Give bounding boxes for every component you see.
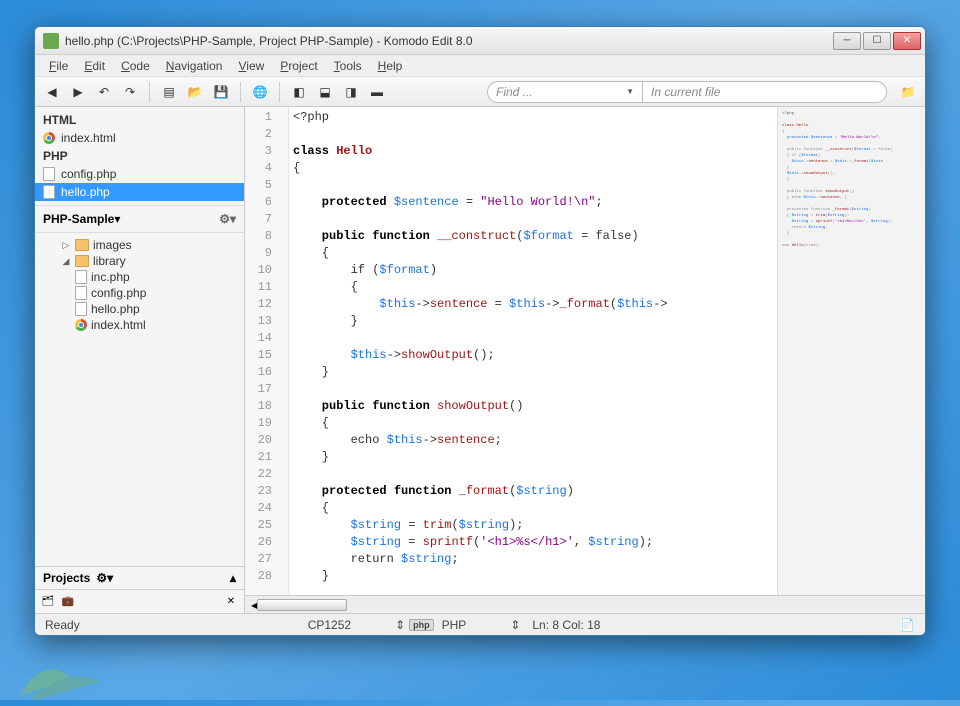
editor[interactable]: 1234567891011121314151617181920212223242… <box>245 107 925 595</box>
desktop-decoration <box>10 646 130 706</box>
folder-icon <box>75 239 89 251</box>
status-ready: Ready <box>45 618 120 632</box>
panel-bottom-button[interactable]: ⬓ <box>314 81 336 103</box>
disclosure-icon[interactable]: ▷ <box>61 240 71 251</box>
app-icon <box>43 33 59 49</box>
open-button[interactable]: 📂 <box>184 81 206 103</box>
menubar: File Edit Code Navigation View Project T… <box>35 55 925 77</box>
minimize-button[interactable]: ─ <box>833 32 861 50</box>
statusbar: Ready CP1252 ⇕ php PHP ⇕ Ln: 8 Col: 18 📄 <box>35 613 925 635</box>
open-file-hello[interactable]: hello.php <box>35 183 244 201</box>
files-tab-icon[interactable]: 🗂 <box>41 595 55 609</box>
menu-help[interactable]: Help <box>370 57 411 75</box>
file-icon <box>75 302 87 316</box>
scope-placeholder: In current file <box>651 85 720 99</box>
panel-toggle-button[interactable]: ▬ <box>366 81 388 103</box>
updown-icon[interactable]: ⇕ <box>510 618 520 632</box>
menu-view[interactable]: View <box>230 57 272 75</box>
lang-badge: php <box>409 619 434 631</box>
menu-file[interactable]: File <box>41 57 76 75</box>
maximize-button[interactable]: ☐ <box>863 32 891 50</box>
toolbar-separator <box>149 82 150 102</box>
chrome-icon <box>75 319 87 331</box>
open-folder-button[interactable]: 📁 <box>897 81 919 103</box>
tree-file-index[interactable]: index.html <box>39 317 240 333</box>
find-scope-input[interactable]: In current file <box>642 81 887 103</box>
chrome-icon <box>43 132 55 144</box>
gear-icon[interactable]: ⚙▾ <box>96 571 113 585</box>
sidebar-tabs: 🗂 💼 ✕ <box>35 589 244 613</box>
updown-icon[interactable]: ⇕ <box>395 618 405 632</box>
menu-code[interactable]: Code <box>113 57 158 75</box>
sync-icon[interactable]: 📄 <box>900 618 915 632</box>
back-button[interactable]: ◀ <box>41 81 63 103</box>
toolbar: ◀ ▶ ↶ ↷ ▤ 📂 💾 🌐 ◧ ⬓ ◨ ▬ Find ... ▼ In cu… <box>35 77 925 107</box>
open-files-panel: HTML index.html PHP config.php hello.php <box>35 107 244 206</box>
toolbox-tab-icon[interactable]: 💼 <box>61 595 75 609</box>
code-area[interactable]: <?php class Hello { protected $sentence … <box>289 107 777 595</box>
redo-button[interactable]: ↷ <box>119 81 141 103</box>
menu-edit[interactable]: Edit <box>76 57 113 75</box>
new-file-button[interactable]: ▤ <box>158 81 180 103</box>
gear-icon[interactable]: ⚙▾ <box>219 212 236 226</box>
chevron-down-icon[interactable]: ▼ <box>626 87 634 96</box>
tree-file-hello[interactable]: hello.php <box>39 301 240 317</box>
window-title: hello.php (C:\Projects\PHP-Sample, Proje… <box>65 34 833 48</box>
menu-project[interactable]: Project <box>272 57 325 75</box>
projects-footer[interactable]: Projects ⚙▾ ▴ <box>35 566 244 589</box>
disclosure-icon[interactable]: ◢ <box>61 256 71 267</box>
line-gutter: 1234567891011121314151617181920212223242… <box>245 107 289 595</box>
globe-button[interactable]: 🌐 <box>249 81 271 103</box>
content-area: HTML index.html PHP config.php hello.php… <box>35 107 925 613</box>
status-lang[interactable]: PHP <box>438 618 507 632</box>
forward-button[interactable]: ▶ <box>67 81 89 103</box>
file-icon <box>43 167 55 181</box>
minimap[interactable]: <?php class Hello { protected $sentence … <box>777 107 925 595</box>
tree-folder-images[interactable]: ▷ images <box>39 237 240 253</box>
group-html: HTML <box>35 111 244 129</box>
find-input[interactable]: Find ... ▼ <box>487 81 642 103</box>
app-window: hello.php (C:\Projects\PHP-Sample, Proje… <box>34 26 926 636</box>
find-placeholder: Find ... <box>496 85 533 99</box>
open-file-index[interactable]: index.html <box>35 129 244 147</box>
project-tree: ▷ images ◢ library inc.php config.php <box>35 233 244 566</box>
close-panel-icon[interactable]: ✕ <box>224 595 238 609</box>
file-icon <box>75 270 87 284</box>
project-header[interactable]: PHP-Sample▾ ⚙▾ <box>35 206 244 233</box>
horizontal-scrollbar[interactable]: ◂ <box>245 595 925 613</box>
file-icon <box>43 185 55 199</box>
status-encoding[interactable]: CP1252 <box>308 618 391 632</box>
open-file-config[interactable]: config.php <box>35 165 244 183</box>
tree-folder-library[interactable]: ◢ library <box>39 253 240 269</box>
toolbar-separator <box>240 82 241 102</box>
file-icon <box>75 286 87 300</box>
folder-icon <box>75 255 89 267</box>
sidebar: HTML index.html PHP config.php hello.php… <box>35 107 245 613</box>
collapse-icon[interactable]: ▴ <box>230 571 236 585</box>
close-button[interactable]: ✕ <box>893 32 921 50</box>
save-button[interactable]: 💾 <box>210 81 232 103</box>
panel-left-button[interactable]: ◧ <box>288 81 310 103</box>
undo-button[interactable]: ↶ <box>93 81 115 103</box>
tree-file-inc[interactable]: inc.php <box>39 269 240 285</box>
titlebar[interactable]: hello.php (C:\Projects\PHP-Sample, Proje… <box>35 27 925 55</box>
tree-file-config[interactable]: config.php <box>39 285 240 301</box>
menu-tools[interactable]: Tools <box>326 57 370 75</box>
status-position[interactable]: Ln: 8 Col: 18 <box>524 618 600 632</box>
panel-right-button[interactable]: ◨ <box>340 81 362 103</box>
scroll-thumb[interactable] <box>257 599 347 611</box>
group-php: PHP <box>35 147 244 165</box>
menu-navigation[interactable]: Navigation <box>158 57 231 75</box>
toolbar-separator <box>279 82 280 102</box>
